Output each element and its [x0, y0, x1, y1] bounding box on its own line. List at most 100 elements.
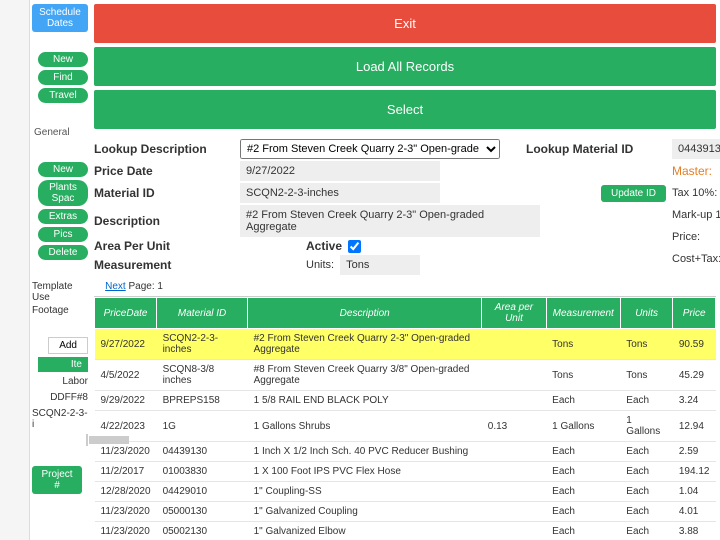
table-row[interactable]: 11/2/2017010038301 X 100 Foot IPS PVC Fl… — [95, 462, 716, 482]
exit-button[interactable]: Exit — [94, 4, 716, 43]
select-button[interactable]: Select — [94, 90, 716, 129]
plants-spac-button[interactable]: Plants Spac — [38, 180, 88, 206]
units-label: Units: — [306, 259, 334, 271]
col-units[interactable]: Units — [620, 298, 673, 329]
update-id-button[interactable]: Update ID — [601, 185, 666, 202]
cell: 04439130 — [157, 442, 248, 462]
measurement-label: Measurement — [94, 258, 234, 272]
cell: 05002130 — [157, 522, 248, 537]
sidebar-group-3: Add Ite Labor DDFF#8 SCQN2-2-3-i — [32, 337, 88, 446]
table-row[interactable]: 9/29/2022BPREPS1581 5/8 RAIL END BLACK P… — [95, 391, 716, 411]
cell: Each — [620, 502, 673, 522]
table-row[interactable]: 11/23/2020050001301" Galvanized Coupling… — [95, 502, 716, 522]
page-label: Page: 1 — [128, 281, 162, 292]
cell — [482, 360, 546, 391]
cell: Tons — [620, 329, 673, 360]
cell: Each — [546, 502, 620, 522]
add-button[interactable]: Add — [48, 337, 88, 354]
load-all-button[interactable]: Load All Records — [94, 47, 716, 86]
col-material-id[interactable]: Material ID — [157, 298, 248, 329]
col-area-per-unit[interactable]: Area per Unit — [482, 298, 546, 329]
ddff8-label: DDFF#8 — [50, 391, 88, 404]
cell: 11/23/2020 — [95, 442, 157, 462]
cell: Each — [620, 462, 673, 482]
col-description[interactable]: Description — [248, 298, 482, 329]
schedule-dates-button[interactable]: Schedule Dates — [32, 4, 88, 32]
scrollbar-stub[interactable] — [86, 434, 88, 446]
cell: 05000130 — [157, 502, 248, 522]
table-row[interactable]: 9/27/2022SCQN2-2-3-inches#2 From Steven … — [95, 329, 716, 360]
cell: Each — [546, 442, 620, 462]
cell: Each — [620, 482, 673, 502]
pics-button[interactable]: Pics — [38, 227, 88, 242]
footage-label: Footage — [32, 304, 88, 317]
table-row[interactable]: 4/5/2022SCQN8-3/8 inches#8 From Steven C… — [95, 360, 716, 391]
cell — [482, 522, 546, 537]
tab-general[interactable]: General — [32, 123, 88, 142]
cell: 1G — [157, 411, 248, 442]
price-label: Price: — [672, 231, 720, 243]
results-table: PriceDateMaterial IDDescriptionArea per … — [94, 297, 716, 536]
cell: 11/23/2020 — [95, 502, 157, 522]
sidebar-group-1: New Find Travel — [32, 52, 88, 103]
cell: #2 From Steven Creek Quarry 2-3" Open-gr… — [248, 329, 482, 360]
cell: #8 From Steven Creek Quarry 3/8" Open-gr… — [248, 360, 482, 391]
project-hash-button[interactable]: Project # — [32, 466, 82, 494]
lookup-matid-value[interactable]: 04439130 — [672, 139, 720, 159]
new-button[interactable]: New — [38, 52, 88, 67]
cell — [482, 502, 546, 522]
cell: Each — [546, 482, 620, 502]
sidebar-group-2: New Plants Spac Extras Pics Delete — [32, 162, 88, 260]
cell: 1 X 100 Foot IPS PVC Flex Hose — [248, 462, 482, 482]
col-measurement[interactable]: Measurement — [546, 298, 620, 329]
scqn-label: SCQN2-2-3-i — [32, 407, 88, 431]
cell: Each — [546, 391, 620, 411]
new2-button[interactable]: New — [38, 162, 88, 177]
cell: 1.04 — [673, 482, 716, 502]
cell: 1" Galvanized Elbow — [248, 522, 482, 537]
cell: Tons — [620, 360, 673, 391]
find-button[interactable]: Find — [38, 70, 88, 85]
active-checkbox[interactable] — [348, 240, 361, 253]
cell: Tons — [546, 360, 620, 391]
cell: SCQN2-2-3-inches — [157, 329, 248, 360]
ite-button[interactable]: Ite — [38, 357, 88, 372]
cell: 194.12 — [673, 462, 716, 482]
cell: 0.13 — [482, 411, 546, 442]
cell: 90.59 — [673, 329, 716, 360]
cell: 45.29 — [673, 360, 716, 391]
cell: 1 Gallons — [620, 411, 673, 442]
lookup-desc-select[interactable]: #2 From Steven Creek Quarry 2-3" Open-gr… — [240, 139, 500, 159]
table-row[interactable]: 11/23/2020044391301 Inch X 1/2 Inch Sch.… — [95, 442, 716, 462]
description-value: #2 From Steven Creek Quarry 2-3" Open-gr… — [240, 205, 540, 237]
cell: 04429010 — [157, 482, 248, 502]
cell: BPREPS158 — [157, 391, 248, 411]
sidebar-labels: Template Use Footage — [32, 280, 88, 317]
results-table-wrap: PriceDateMaterial IDDescriptionArea per … — [94, 296, 716, 536]
cell: 9/27/2022 — [95, 329, 157, 360]
cell: 3.24 — [673, 391, 716, 411]
cell: 9/29/2022 — [95, 391, 157, 411]
labor-label: Labor — [62, 375, 88, 388]
cell: 1" Galvanized Coupling — [248, 502, 482, 522]
cell: 4.01 — [673, 502, 716, 522]
col-price[interactable]: Price — [673, 298, 716, 329]
price-date-value: 9/27/2022 — [240, 161, 440, 181]
cell: 1 5/8 RAIL END BLACK POLY — [248, 391, 482, 411]
extras-button[interactable]: Extras — [38, 209, 88, 224]
cell: 01003830 — [157, 462, 248, 482]
table-row[interactable]: 11/23/2020050021301" Galvanized ElbowEac… — [95, 522, 716, 537]
delete-button[interactable]: Delete — [38, 245, 88, 260]
table-row[interactable]: 4/22/20231G1 Gallons Shrubs0.131 Gallons… — [95, 411, 716, 442]
travel-button[interactable]: Travel — [38, 88, 88, 103]
col-pricedate[interactable]: PriceDate — [95, 298, 157, 329]
cell: 4/5/2022 — [95, 360, 157, 391]
cell: Each — [620, 442, 673, 462]
cell: 11/2/2017 — [95, 462, 157, 482]
cell — [482, 329, 546, 360]
cell: 1" Coupling-SS — [248, 482, 482, 502]
cell — [482, 442, 546, 462]
cell: 2.59 — [673, 442, 716, 462]
table-row[interactable]: 12/28/2020044290101" Coupling-SSEachEach… — [95, 482, 716, 502]
next-link[interactable]: Next — [105, 281, 126, 292]
